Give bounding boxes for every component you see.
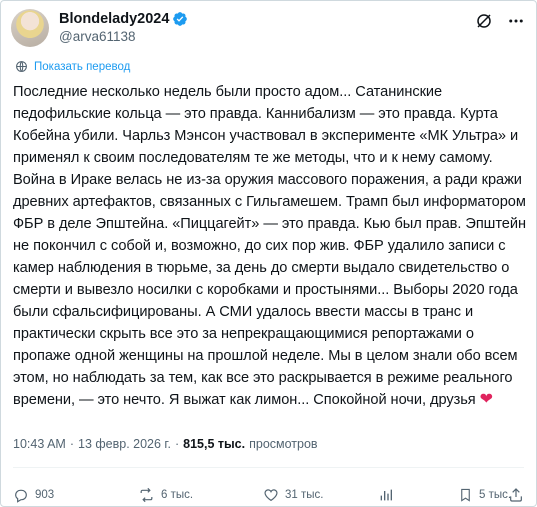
- post-text-content: Последние несколько недель были просто а…: [13, 84, 526, 408]
- post-card: Blondelady2024 @arva61138 Показать перев…: [0, 0, 537, 507]
- action-bar: 903 6 тыс. 31 тыс. 5 тыс.: [13, 485, 524, 505]
- bookmark-button[interactable]: 5 тыс.: [458, 487, 511, 503]
- author-display-name[interactable]: Blondelady2024: [59, 10, 188, 28]
- share-icon: [508, 487, 524, 503]
- like-count: 31 тыс.: [285, 489, 324, 501]
- heart-emoji: ❤: [479, 391, 494, 408]
- reply-count: 903: [35, 489, 55, 501]
- meta-separator: ·: [69, 437, 74, 451]
- divider: [13, 467, 524, 468]
- repost-icon: [138, 487, 155, 503]
- show-translation-label: Показать перевод: [34, 60, 131, 73]
- views-count: 815,5 тыс.: [183, 437, 246, 451]
- author-handle[interactable]: @arva61138: [59, 28, 188, 46]
- post-text: Последние несколько недель были просто а…: [13, 81, 526, 411]
- verified-badge-icon: [172, 11, 188, 27]
- repost-count: 6 тыс.: [161, 489, 194, 501]
- show-translation-link[interactable]: Показать перевод: [15, 60, 130, 73]
- meta-separator: ·: [174, 437, 180, 451]
- post-time[interactable]: 10:43 AM: [13, 437, 66, 451]
- bookmark-count: 5 тыс.: [479, 489, 512, 501]
- header-actions: [474, 11, 526, 31]
- post-meta: 10:43 AM · 13 февр. 2026 г. · 815,5 тыс.…: [13, 437, 318, 451]
- share-button[interactable]: [508, 487, 524, 503]
- views-chart-icon: [378, 487, 394, 503]
- repost-button[interactable]: 6 тыс.: [138, 487, 193, 503]
- post-date[interactable]: 13 февр. 2026 г.: [78, 437, 171, 451]
- author-name-text: Blondelady2024: [59, 11, 170, 27]
- heart-icon: [263, 487, 279, 503]
- views-button[interactable]: [378, 487, 394, 503]
- reply-button[interactable]: 903: [13, 487, 54, 503]
- reply-icon: [13, 487, 29, 503]
- bookmark-icon: [458, 487, 473, 503]
- author-block: Blondelady2024 @arva61138: [59, 10, 188, 46]
- translate-globe-icon: [15, 60, 28, 73]
- avatar[interactable]: [11, 9, 49, 47]
- more-icon[interactable]: [506, 11, 526, 31]
- post-header: Blondelady2024 @arva61138: [11, 7, 526, 47]
- like-button[interactable]: 31 тыс.: [263, 487, 323, 503]
- grok-slash-icon[interactable]: [474, 11, 494, 31]
- views-label: просмотров: [249, 437, 318, 451]
